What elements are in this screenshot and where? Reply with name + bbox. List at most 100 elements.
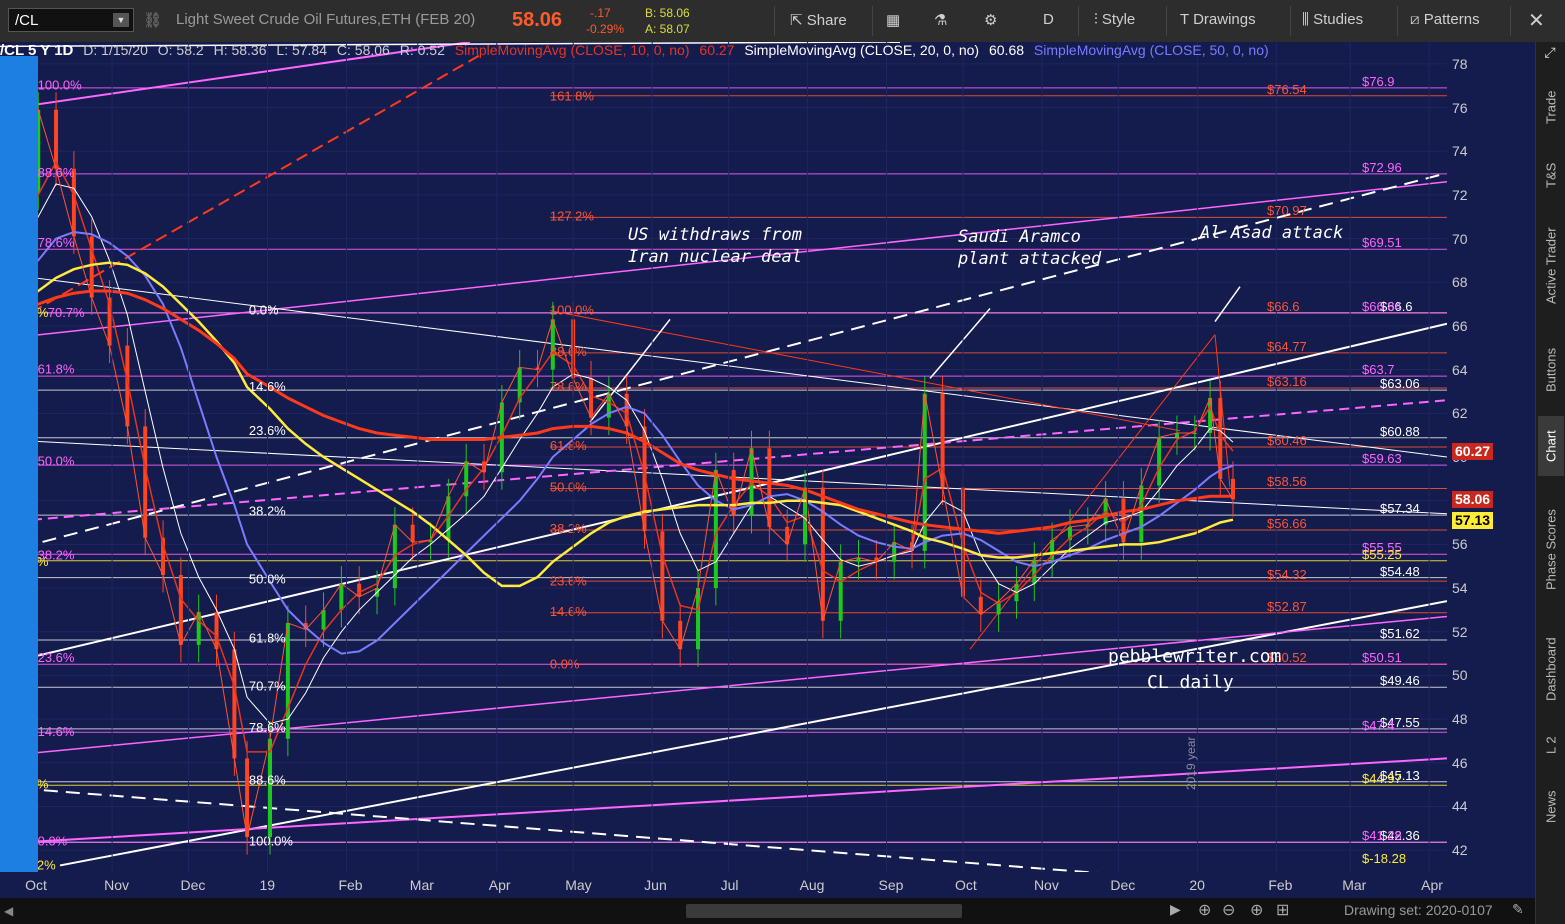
chart-canvas: 100.0% 88.6% 78.6% 61.8% 70.7% 61.8% 50.0% 38.2…: [0, 42, 1447, 872]
candle-body: [143, 426, 148, 538]
trend-line: [0, 757, 1447, 845]
time-tick-label: 20: [1189, 877, 1205, 893]
drawings-button[interactable]: T Drawings: [1180, 11, 1256, 28]
zoom-out-icon[interactable]: ⊖: [1222, 900, 1235, 920]
bar-high: H: 58.36: [213, 42, 267, 58]
flask-icon[interactable]: ⚗: [934, 11, 947, 29]
trend-line: [929, 307, 991, 379]
drawings-label: Drawings: [1193, 11, 1256, 28]
sma10-label[interactable]: SimpleMovingAvg (CLOSE, 10, 0, no): [455, 42, 690, 58]
chart-symbol-info: /CL 5 Y 1D: [0, 42, 74, 59]
toolbar-divider: [1397, 6, 1398, 36]
toolbar-divider: [1078, 6, 1079, 36]
sidebar-tab-dashboard[interactable]: Dashboard: [1538, 624, 1564, 714]
fib-label: 88.6%: [38, 165, 75, 180]
candle-body: [1032, 559, 1037, 584]
style-label: Style: [1101, 11, 1136, 28]
candle-body: [696, 588, 701, 650]
fib-label: 50.0%: [550, 480, 587, 495]
price-level-label: $66.6: [1267, 298, 1300, 314]
candle-body: [321, 609, 326, 630]
chevron-down-icon[interactable]: ▼: [113, 13, 129, 27]
toolbar-divider: [872, 6, 873, 36]
fib-label: 100.0%: [38, 78, 83, 93]
price-tick-label: 68: [1452, 274, 1468, 291]
fib-label: 0.0%: [249, 303, 279, 318]
drawing-set-label: Drawing set: 2020-0107: [1344, 902, 1493, 918]
time-tick-label: Dec: [180, 877, 206, 893]
share-button[interactable]: ⇱ Share: [790, 11, 847, 29]
fib-label: 38.2%: [550, 521, 587, 536]
patterns-button[interactable]: ⧄ Patterns: [1410, 11, 1480, 28]
style-icon: ⫶: [1094, 11, 1102, 28]
candle-body: [1139, 485, 1144, 543]
price-tick-label: 78: [1452, 55, 1468, 72]
scroll-right-icon[interactable]: ▶: [1170, 901, 1181, 918]
price-tick-label: 64: [1452, 361, 1468, 378]
price-chart[interactable]: 100.0% 88.6% 78.6% 61.8% 70.7% 61.8% 50.0% 38.2…: [0, 42, 1447, 872]
price-level-label: $76.54: [1267, 81, 1307, 97]
sidebar-tab-trade[interactable]: Trade: [1538, 72, 1564, 142]
price-level-label: $63.06: [1380, 376, 1420, 392]
time-tick-label: Apr: [1421, 877, 1443, 893]
candle-body: [285, 623, 290, 739]
grid-icon[interactable]: ▦: [886, 11, 900, 29]
fib-label: 23.6%: [38, 650, 75, 665]
price-level-label: $63.16: [1267, 373, 1307, 389]
toolbar: /CL ▼ ⛓ Light Sweet Crude Oil Futures,ET…: [0, 0, 1565, 43]
scrollbar[interactable]: ◀ ▶ ⊕ ⊖ ⊕ ⊞ Drawing set: 2020-0107 ✎: [0, 898, 1535, 924]
fib-label: 61.8%: [38, 362, 75, 377]
fib-label: 100.0%: [550, 303, 595, 318]
price-tick-label: 66: [1452, 317, 1468, 334]
price-tick-label: 42: [1452, 842, 1468, 859]
style-button[interactable]: ⫶ Style: [1094, 11, 1135, 28]
annotation-al-asad: Al Asad attack: [1200, 223, 1344, 243]
symbol-selector[interactable]: /CL ▼: [8, 8, 134, 32]
studies-button[interactable]: ⫼ Studies: [1302, 11, 1363, 28]
sidebar-tab-t-s[interactable]: T&S: [1538, 148, 1564, 202]
last-price: 58.06: [512, 9, 563, 31]
time-tick-label: 19: [259, 877, 276, 893]
symbol-description: Light Sweet Crude Oil Futures,ETH (FEB 2…: [176, 11, 476, 28]
time-tick-label: Nov: [104, 877, 129, 893]
share-icon: ⇱: [790, 12, 807, 29]
sidebar-tab-phase-scores[interactable]: Phase Scores: [1538, 482, 1564, 618]
sidebar-tab-news[interactable]: News: [1538, 776, 1564, 838]
sidebar-tab-buttons[interactable]: Buttons: [1538, 330, 1564, 410]
time-tick-label: Feb: [1268, 877, 1293, 893]
price-level-label: $51.62: [1380, 626, 1420, 642]
pencil-icon[interactable]: ✎: [1512, 901, 1524, 918]
sma50-label[interactable]: SimpleMovingAvg (CLOSE, 50, 0, no): [1034, 42, 1269, 58]
sma20-label[interactable]: SimpleMovingAvg (CLOSE, 20, 0, no): [744, 42, 979, 58]
price-level-label: $54.48: [1380, 563, 1420, 579]
scroll-left-icon[interactable]: ◀: [4, 904, 13, 918]
fib-label: 0.0%: [550, 657, 580, 672]
price-level-label: $57.34: [1380, 501, 1420, 517]
sidebar-tab-l-2[interactable]: L 2: [1538, 720, 1564, 770]
time-tick-label: Mar: [1342, 877, 1367, 893]
link-icon[interactable]: ⛓: [143, 11, 162, 29]
zoom-in-icon[interactable]: ⊕: [1250, 900, 1263, 920]
annotation-saudi: Saudi Aramco plant attacked: [958, 226, 1101, 270]
text-tool-icon: T: [1180, 11, 1194, 28]
current-value-badge: 57.13: [1452, 511, 1494, 529]
period-button[interactable]: D: [1043, 11, 1054, 28]
time-axis[interactable]: Oct Nov Dec 19 Feb Mar Apr May Jun Jul Aug Sep Oct No…: [0, 872, 1535, 898]
fit-icon[interactable]: ⊞: [1276, 900, 1289, 920]
bar-low: L: 57.84: [276, 42, 328, 58]
crosshair-icon[interactable]: ⊕: [1198, 900, 1211, 920]
candle-body: [892, 542, 897, 562]
close-icon[interactable]: ✕: [1528, 8, 1545, 33]
time-tick-label: Jul: [720, 877, 739, 893]
bid-price: B: 58.06: [645, 6, 690, 20]
time-tick-label: Dec: [1110, 877, 1136, 893]
gear-icon[interactable]: ⚙: [984, 11, 997, 29]
fib-label: 78.6%: [550, 379, 587, 394]
right-sidebar: ⤢ Trade T&S Active Trader Buttons Chart Phase…: [1535, 42, 1565, 924]
expand-icon[interactable]: ⤢: [1540, 44, 1560, 66]
scroll-thumb[interactable]: [686, 904, 962, 918]
sidebar-tab-active-trader[interactable]: Active Trader: [1538, 208, 1564, 324]
studies-icon: ⫼: [1302, 11, 1314, 28]
sidebar-tab-chart[interactable]: Chart: [1538, 416, 1564, 476]
price-level-label: $66.84: [1362, 298, 1402, 314]
